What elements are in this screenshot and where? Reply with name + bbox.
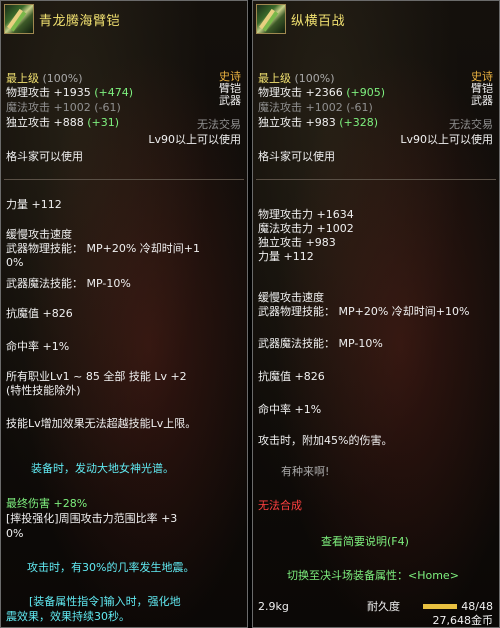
- corruption-row: 抗魔值 +826: [6, 307, 73, 320]
- view-details-button[interactable]: 查看简要说明(F4): [321, 533, 409, 549]
- strength-row: 力量 +112: [6, 198, 62, 211]
- command-line1: [装备属性指令]输入时，强化地: [29, 595, 181, 608]
- price-label: 27,648金币: [432, 614, 494, 627]
- item-title: 青龙腾海臂铠: [39, 14, 121, 29]
- hit-rate-row: 命中率 +1%: [6, 340, 70, 353]
- mag-attack-row: 魔法攻击 +1002 (-61): [258, 101, 373, 114]
- item-tags: 史诗 臂铠 武器: [219, 71, 241, 107]
- grade-label: 最上级 (100%): [6, 72, 83, 85]
- switch-arena-stats-button[interactable]: 切换至决斗场装备属性：<Home>: [287, 567, 459, 583]
- cooldown-wrap: 0%: [6, 256, 24, 269]
- item-motto: 有种来啊!: [281, 465, 330, 478]
- hit-rate-row: 命中率 +1%: [258, 403, 322, 416]
- item-title: 纵横百战: [291, 14, 346, 29]
- slow-speed: 缓慢攻击速度: [6, 228, 72, 241]
- class-requirement: 格斗家可以使用: [258, 150, 335, 163]
- item-icon: [256, 4, 286, 34]
- mag-attack-row: 魔法攻击 +1002 (-61): [6, 101, 121, 114]
- divider: [256, 179, 496, 180]
- left-tooltip-header: 青龙腾海臂铠: [1, 1, 247, 41]
- indep-power-row: 独立攻击 +983: [258, 236, 336, 249]
- slow-speed: 缓慢攻击速度: [258, 291, 324, 304]
- corruption-row: 抗魔值 +826: [258, 370, 325, 383]
- equip-effect: 装备时，发动大地女神光谱。: [31, 462, 174, 475]
- command-line2: 震效果，效果持续30秒。: [6, 610, 130, 623]
- durability-bar-fill: [423, 604, 457, 609]
- level-requirement: Lv90以上可以使用: [148, 133, 241, 146]
- attack-bonus: 攻击时，附加45%的伤害。: [258, 434, 393, 447]
- phys-attack-row: 物理攻击 +2366 (+905): [258, 86, 386, 99]
- indep-attack-row: 独立攻击 +983 (+328): [258, 116, 379, 129]
- no-combine-label: 无法合成: [258, 499, 302, 512]
- weight-label: 2.9kg: [258, 600, 289, 613]
- left-item-tooltip: 青龙腾海臂铠 最上级 (100%) 史诗 臂铠 武器 物理攻击 +1935 (+…: [0, 0, 248, 628]
- strength-row: 力量 +112: [258, 250, 314, 263]
- phys-skill-row: 武器物理技能： MP+20% 冷却时间+1: [6, 242, 201, 255]
- skill-limit-line: 技能Lv增加效果无法超越技能Lv上限。: [6, 417, 197, 430]
- indep-attack-row: 独立攻击 +888 (+31): [6, 116, 120, 129]
- category-tag: 武器: [219, 94, 241, 107]
- final-damage: 最终伤害 +28%: [6, 497, 88, 510]
- attack-effect: 攻击时，有30%的几率发生地震。: [27, 561, 195, 574]
- phys-skill-row: 武器物理技能： MP+20% 冷却时间+10%: [258, 305, 470, 318]
- mag-skill-row: 武器魔法技能： MP-10%: [258, 337, 383, 350]
- item-icon: [4, 4, 34, 34]
- range-line2: 0%: [6, 527, 24, 540]
- untradeable-label: 无法交易: [449, 118, 493, 131]
- durability-value: 48/48: [461, 600, 493, 613]
- item-tags: 史诗 臂铠 武器: [471, 71, 493, 107]
- mag-power-row: 魔法攻击力 +1002: [258, 222, 354, 235]
- durability-label: 耐久度: [367, 600, 400, 613]
- phys-power-row: 物理攻击力 +1634: [258, 208, 354, 221]
- right-item-tooltip: 纵横百战 最上级 (100%) 史诗 臂铠 武器 物理攻击 +2366 (+90…: [252, 0, 500, 628]
- category-tag: 武器: [471, 94, 493, 107]
- durability-bar: [423, 604, 457, 609]
- right-tooltip-header: 纵横百战: [253, 1, 499, 41]
- mag-skill-row: 武器魔法技能： MP-10%: [6, 277, 131, 290]
- untradeable-label: 无法交易: [197, 118, 241, 131]
- class-requirement: 格斗家可以使用: [6, 150, 83, 163]
- allclass-skill-line1: 所有职业Lv1 ~ 85 全部 技能 Lv +2: [6, 370, 187, 383]
- level-requirement: Lv90以上可以使用: [400, 133, 493, 146]
- allclass-skill-line2: (特性技能除外): [6, 384, 81, 397]
- divider: [4, 179, 244, 180]
- range-line1: [摔投强化]周围攻击力范围比率 +3: [6, 512, 178, 525]
- grade-label: 最上级 (100%): [258, 72, 335, 85]
- phys-attack-row: 物理攻击 +1935 (+474): [6, 86, 134, 99]
